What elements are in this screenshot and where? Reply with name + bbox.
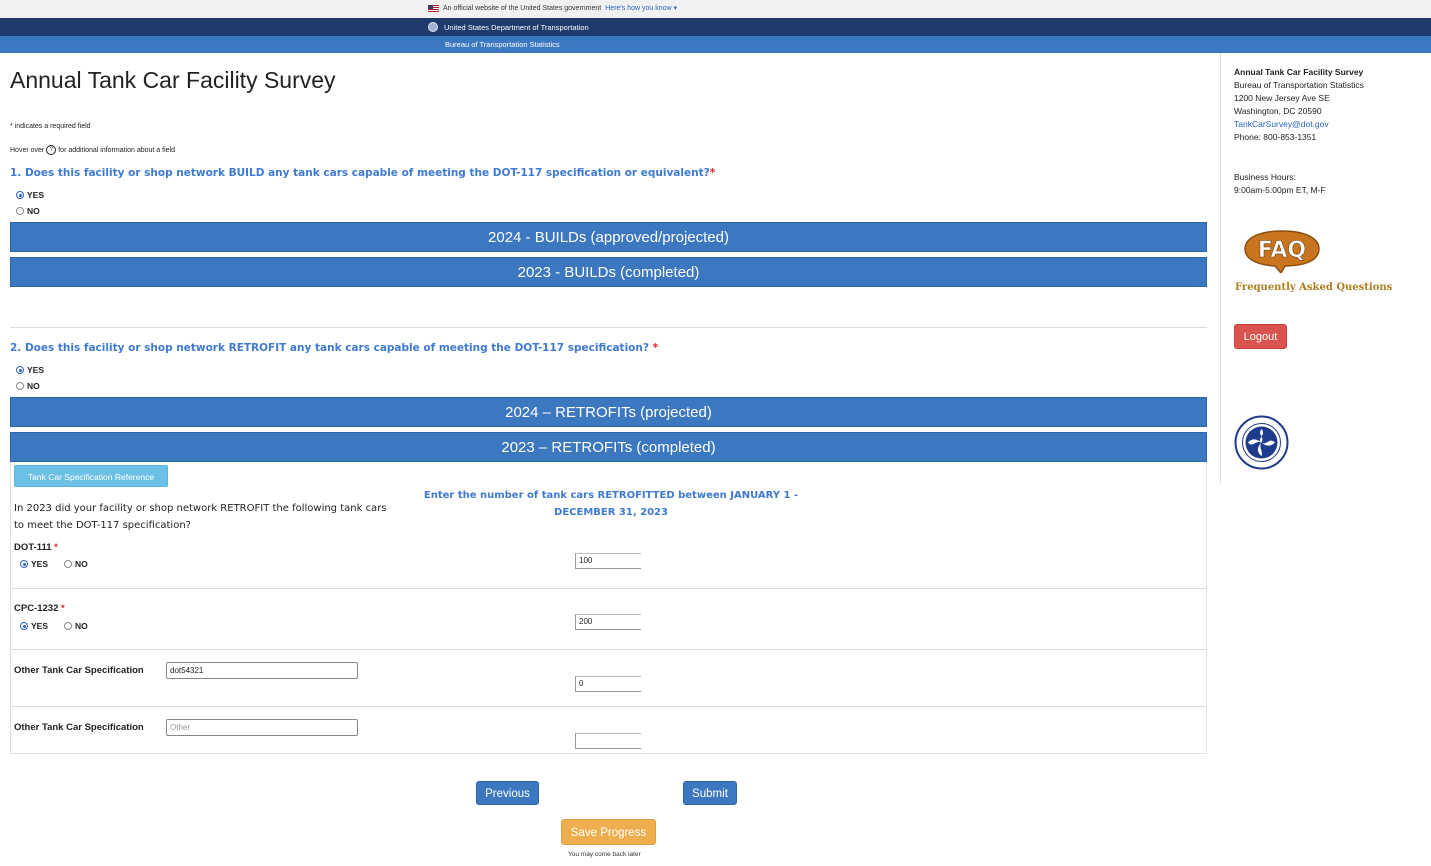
official-website-text: An official website of the United States… [443,4,602,12]
row-divider [11,649,1206,650]
faq-link[interactable]: Frequently Asked Questions [1235,282,1392,293]
hover-note: Hover over ? for additional information … [10,145,175,155]
cpc-1232-count-input[interactable]: 200 [575,614,641,630]
sidebar-phone: Phone: 800-853-1351 [1234,132,1317,142]
cpc-1232-label: CPC-1232 * [14,603,65,614]
dot-111-no-radio[interactable] [64,560,73,568]
bts-banner: Bureau of Transportation Statistics [0,36,1431,53]
section-2024-retrofits[interactable]: 2024 – RETROFITs (projected) [10,397,1207,427]
cpc-1232-yes-radio[interactable] [20,622,28,630]
contact-info: Annual Tank Car Facility Survey Bureau o… [1234,66,1364,144]
question-2: 2. Does this facility or shop network RE… [10,342,659,354]
divider [10,327,1207,328]
other-spec-name-input-2[interactable]: Other [166,719,358,736]
sidebar-title: Annual Tank Car Facility Survey [1234,67,1364,77]
q1-yes-radio[interactable] [16,191,24,199]
q2-no-option[interactable]: NO [16,381,40,391]
cpc-1232-options: YES NO [20,621,88,631]
us-flag-icon [428,4,439,12]
other-spec-label-2: Other Tank Car Specification [14,722,144,733]
q2-yes-option[interactable]: YES [16,365,44,375]
section-2024-builds[interactable]: 2024 - BUILDs (approved/projected) [10,222,1207,252]
contact-email-link[interactable]: TankCarSurvey@dot.gov [1234,118,1364,131]
dot-seal-icon [1234,415,1289,470]
submit-button[interactable]: Submit [683,781,737,805]
logout-button[interactable]: Logout [1234,324,1287,349]
question-1: 1. Does this facility or shop network BU… [10,167,716,179]
sidebar-org: Bureau of Transportation Statistics [1234,80,1364,90]
retrofit-instructions: Enter the number of tank cars RETROFITTE… [423,490,799,518]
page-title: Annual Tank Car Facility Survey [10,67,336,93]
dot-seal-icon [428,22,438,32]
q1-no-option[interactable]: NO [16,206,40,216]
section-2023-builds[interactable]: 2023 - BUILDs (completed) [10,257,1207,287]
required-note: * indicates a required field [10,123,91,130]
dot-111-label: DOT-111 * [14,542,58,553]
save-progress-note: You may come back later [568,851,641,858]
previous-button[interactable]: Previous [476,781,539,805]
bureau-name[interactable]: Bureau of Transportation Statistics [445,40,560,49]
business-hours-label: Business Hours: [1234,172,1296,182]
business-hours-value: 9:00am-5:00pm ET, M-F [1234,185,1326,195]
business-hours: Business Hours: 9:00am-5:00pm ET, M-F [1234,171,1326,197]
help-icon: ? [46,145,57,155]
department-name[interactable]: United States Department of Transportati… [444,23,589,32]
section-2023-retrofits[interactable]: 2023 – RETROFITs (completed) [10,432,1207,462]
how-you-know-link[interactable]: Here's how you know ▾ [605,4,677,12]
gov-banner: An official website of the United States… [0,0,1431,18]
sidebar-address-2: Washington, DC 20590 [1234,106,1322,116]
q2-no-radio[interactable] [16,382,24,390]
other-spec-count-input-2[interactable] [575,733,641,749]
dot-banner: United States Department of Transportati… [0,18,1431,36]
row-divider [11,706,1206,707]
retrofit-2023-panel: Tank Car Specification Reference In 2023… [10,462,1207,754]
other-spec-name-input-1[interactable]: dot54321 [166,662,358,679]
faq-logo-icon[interactable]: FAQ [1241,229,1323,273]
other-spec-label-1: Other Tank Car Specification [14,665,144,676]
dot-111-yes-radio[interactable] [20,560,28,568]
dot-111-count-input[interactable]: 100 [575,553,641,569]
spec-reference-button[interactable]: Tank Car Specification Reference [14,465,168,487]
cpc-1232-no-radio[interactable] [64,622,73,630]
dot-111-options: YES NO [20,559,88,569]
retrofit-question: In 2023 did your facility or shop networ… [14,503,387,531]
chevron-down-icon: ▾ [673,5,678,12]
row-divider [11,588,1206,589]
faq-logo-text: FAQ [1258,238,1306,263]
q1-no-radio[interactable] [16,207,24,215]
sidebar-address-1: 1200 New Jersey Ave SE [1234,93,1330,103]
sidebar-divider [1220,53,1221,483]
other-spec-count-input-1[interactable]: 0 [575,676,641,692]
save-progress-button[interactable]: Save Progress [561,819,656,845]
q1-yes-option[interactable]: YES [16,190,44,200]
q2-yes-radio[interactable] [16,366,24,374]
